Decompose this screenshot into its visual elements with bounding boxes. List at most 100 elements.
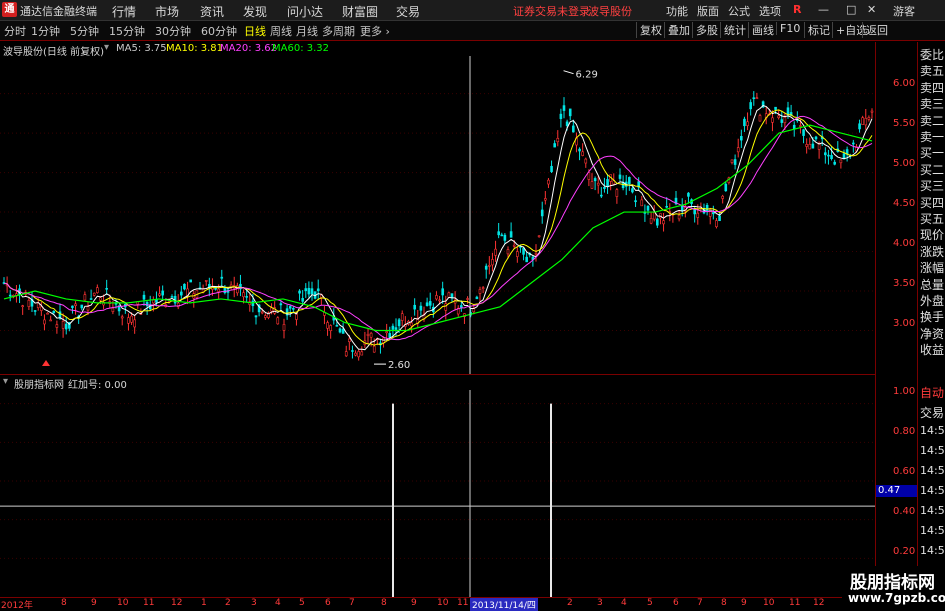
candle-body: [400, 313, 404, 321]
candle-body: [861, 117, 864, 125]
menu-wenxiaoda[interactable]: 问小达: [287, 3, 323, 20]
date-tick: 12: [171, 598, 183, 608]
tab-more[interactable]: 更多 ›: [360, 23, 390, 39]
current-stock-name: 波导股份: [588, 5, 632, 18]
indicator-chart[interactable]: [0, 390, 875, 597]
menu-faxian[interactable]: 发现: [243, 3, 267, 20]
candle-body: [584, 158, 588, 164]
candle-body: [805, 144, 808, 147]
title-bar: 通 通达信金融终端 行情 市场 资讯 发现 问小达 财富圈 交易 证券交易未登录…: [0, 0, 945, 21]
quote-label: 买五: [920, 210, 945, 227]
r-badge-icon[interactable]: R: [793, 3, 801, 16]
candle-body: [111, 307, 115, 312]
candle-body: [817, 143, 821, 150]
btn-f10[interactable]: F10: [776, 22, 800, 35]
minimize-icon[interactable]: —: [818, 3, 829, 16]
candle-body: [155, 299, 158, 303]
date-tick: 3: [597, 598, 603, 608]
tab-monthly[interactable]: 月线: [296, 23, 318, 39]
date-tick: 9: [91, 598, 97, 608]
watermark: 股朋指标网 www.7gpzb.com: [842, 566, 945, 609]
date-tick: 5: [299, 598, 305, 608]
btn-duogu[interactable]: 多股: [692, 22, 718, 38]
candle-body: [282, 324, 286, 331]
candle-body: [298, 290, 301, 294]
btn-tongji[interactable]: 统计: [720, 22, 746, 38]
dropdown-icon[interactable]: ▾: [104, 42, 109, 53]
menu-hangqing[interactable]: 行情: [112, 3, 136, 20]
ma60-label: MA60: 3.32: [272, 43, 330, 54]
candle-body: [279, 303, 283, 306]
user-guest[interactable]: 游客: [893, 3, 915, 19]
quote-label: 换手: [920, 308, 945, 326]
candle-body: [307, 287, 311, 295]
btn-fuquan[interactable]: 复权: [636, 22, 662, 38]
tab-weekly[interactable]: 周线: [270, 23, 292, 39]
candle-body: [568, 108, 572, 117]
btn-biaoji[interactable]: 标记: [804, 22, 830, 38]
menu-shichang[interactable]: 市场: [155, 3, 179, 20]
maximize-icon[interactable]: □: [846, 3, 856, 16]
tab-60min[interactable]: 60分钟: [201, 23, 237, 39]
quote-sidebar: 委比 卖五 卖四 卖三 卖二 卖一 买一 买二 买三 买四 买五 现价 涨跌 涨幅 总量 外盘 换手 净资 收益 自动…: [917, 42, 945, 609]
candle-body: [351, 350, 354, 352]
quote-time-label: 14:56: [920, 544, 945, 557]
menu-gongshi[interactable]: 公式: [728, 3, 750, 19]
ma10-label: MA10: 3.81: [166, 43, 224, 54]
menu-caifuquan[interactable]: 财富圈: [342, 3, 378, 20]
candle-body: [540, 209, 544, 217]
candle-body: [254, 315, 258, 318]
tab-fenshi[interactable]: 分时: [4, 23, 26, 39]
candle-body: [46, 312, 49, 315]
date-tick: 2: [225, 598, 231, 608]
tab-5min[interactable]: 5分钟: [70, 23, 99, 39]
tab-1min[interactable]: 1分钟: [31, 23, 60, 39]
period-toolbar: 分时 1分钟 5分钟 15分钟 30分钟 60分钟 日线 周线 月线 多周期 更…: [0, 21, 945, 41]
tab-30min[interactable]: 30分钟: [155, 23, 191, 39]
candle-body: [774, 106, 777, 110]
candle-body: [55, 324, 59, 328]
candle-body: [344, 351, 348, 357]
tab-15min[interactable]: 15分钟: [109, 23, 145, 39]
candle-body: [618, 174, 622, 179]
btn-diejia[interactable]: 叠加: [664, 22, 690, 38]
date-tick: 8: [721, 598, 727, 608]
candlestick-chart[interactable]: 6.29 2.60: [0, 56, 875, 374]
date-tick: 11: [143, 598, 155, 608]
candle-body: [189, 279, 192, 283]
candle-body: [640, 199, 644, 207]
date-tick: 8: [381, 598, 387, 608]
candle-body: [590, 181, 594, 189]
btn-fanhui[interactable]: 返回: [862, 22, 888, 38]
candle-body: [606, 179, 609, 187]
candle-body: [158, 293, 161, 296]
btn-huaxian[interactable]: 画线: [748, 22, 774, 38]
menu-xuanxiang[interactable]: 选项: [759, 3, 781, 19]
menu-zixun[interactable]: 资讯: [200, 3, 224, 20]
quote-time-label: 14:56: [920, 424, 945, 437]
menu-jiaoyi[interactable]: 交易: [396, 3, 420, 20]
candle-body: [49, 319, 52, 322]
quote-time-label: 14:56: [920, 524, 945, 537]
candle-body: [677, 214, 681, 220]
candle-body: [724, 183, 728, 192]
candle-body: [802, 129, 805, 136]
menu-banmian[interactable]: 版面: [697, 3, 719, 19]
candle-body: [96, 287, 99, 293]
candle-body: [466, 298, 469, 300]
candle-body: [83, 294, 87, 301]
candle-body: [705, 204, 709, 212]
date-tick: 10: [437, 598, 449, 608]
menu-gongneng[interactable]: 功能: [666, 3, 688, 19]
candle-body: [718, 215, 721, 222]
close-icon[interactable]: ✕: [867, 3, 876, 16]
indicator-dropdown-icon[interactable]: ▾: [3, 376, 8, 387]
quote-time-label: 自动: [920, 384, 945, 401]
tab-multi-period[interactable]: 多周期: [322, 23, 355, 39]
candle-body: [758, 115, 762, 122]
candle-body: [587, 172, 591, 180]
candle-body: [270, 307, 273, 312]
tab-daily[interactable]: 日线: [244, 23, 266, 39]
trade-login-status[interactable]: 证券交易未登录: [513, 3, 590, 19]
candle-body: [301, 298, 304, 302]
